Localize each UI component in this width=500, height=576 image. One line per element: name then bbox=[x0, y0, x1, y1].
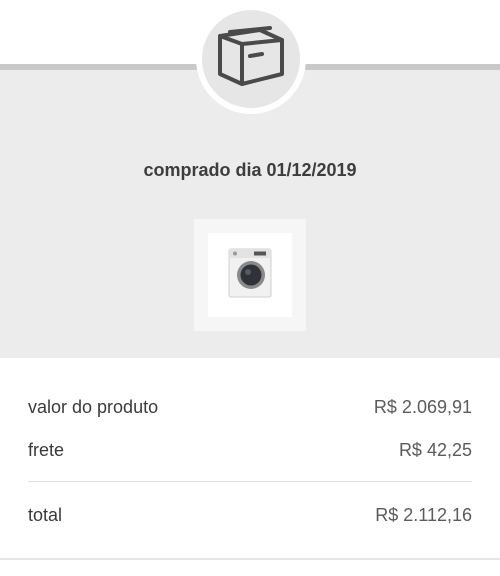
bottom-divider bbox=[0, 558, 500, 560]
purchase-date-title: comprado dia 01/12/2019 bbox=[143, 160, 357, 180]
shipping-amount: R$ 42,25 bbox=[398, 440, 472, 460]
shipping-row: frete R$ 42,25 bbox=[28, 440, 472, 461]
product-value-label: valor do produto bbox=[28, 397, 159, 417]
status-badge bbox=[202, 10, 300, 108]
product-thumbnail[interactable] bbox=[208, 233, 292, 317]
shipping-label: frete bbox=[28, 440, 65, 460]
box-icon bbox=[216, 25, 286, 93]
product-value-row: valor do produto R$ 2.069,91 bbox=[28, 397, 472, 418]
total-amount: R$ 2.112,16 bbox=[375, 505, 472, 525]
product-value-amount: R$ 2.069,91 bbox=[373, 397, 472, 417]
total-divider bbox=[28, 481, 472, 482]
washing-machine-image bbox=[228, 248, 272, 303]
total-row: total R$ 2.112,16 bbox=[28, 505, 472, 526]
total-label: total bbox=[28, 505, 63, 525]
